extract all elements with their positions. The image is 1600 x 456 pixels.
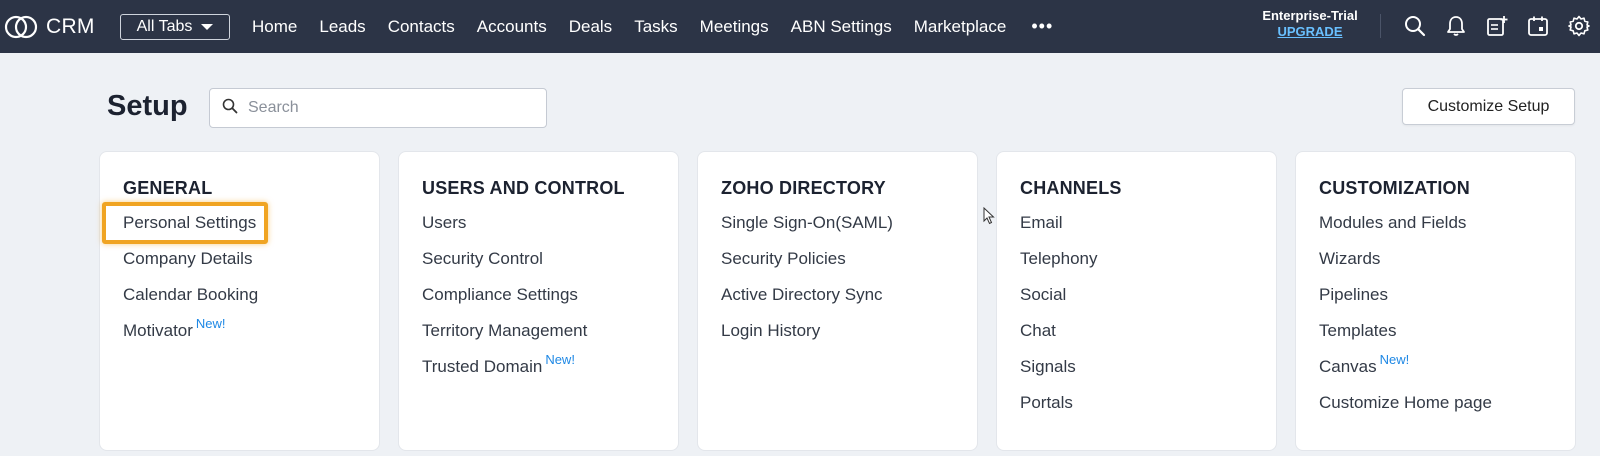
setup-search[interactable]: [209, 88, 547, 128]
setup-link-label: Canvas: [1319, 357, 1377, 376]
section-title: CUSTOMIZATION: [1319, 178, 1470, 198]
setup-link-label: Security Control: [422, 249, 543, 268]
main-nav: Home Leads Contacts Accounts Deals Tasks…: [241, 16, 1067, 37]
setup-link-personal-settings[interactable]: Personal Settings: [123, 205, 379, 241]
top-navigation-bar: CRM All Tabs Home Leads Contacts Account…: [0, 0, 1600, 53]
setup-link-chat[interactable]: Chat: [1020, 313, 1276, 349]
setup-link-label: Chat: [1020, 321, 1056, 340]
setup-link-modules-and-fields[interactable]: Modules and Fields: [1319, 205, 1575, 241]
nav-item-meetings[interactable]: Meetings: [689, 17, 780, 37]
setup-link-territory-management[interactable]: Territory Management: [422, 313, 678, 349]
setup-link-security-policies[interactable]: Security Policies: [721, 241, 977, 277]
setup-link-calendar-booking[interactable]: Calendar Booking: [123, 277, 379, 313]
trial-info: Enterprise-Trial UPGRADE: [1254, 8, 1366, 40]
setup-link-label: Motivator: [123, 321, 193, 340]
add-note-icon[interactable]: [1484, 13, 1510, 39]
new-badge: New!: [1379, 352, 1410, 367]
setup-link-label: Login History: [721, 321, 821, 340]
setup-link-social[interactable]: Social: [1020, 277, 1276, 313]
setup-link-security-control[interactable]: Security Control: [422, 241, 678, 277]
setup-link-customize-home-page[interactable]: Customize Home page: [1319, 385, 1575, 421]
new-badge: New!: [545, 352, 575, 367]
setup-link-label: Active Directory Sync: [721, 285, 883, 304]
setup-link-label: Portals: [1020, 393, 1073, 412]
setup-link-label: Telephony: [1020, 249, 1098, 268]
setup-link-label: Signals: [1020, 357, 1076, 376]
setup-link-portals[interactable]: Portals: [1020, 385, 1276, 421]
section-title: CHANNELS: [1020, 178, 1122, 198]
upgrade-link[interactable]: UPGRADE: [1254, 24, 1366, 40]
section-card-zoho-directory: ZOHO DIRECTORY Single Sign-On(SAML) Secu…: [697, 151, 978, 451]
nav-item-marketplace[interactable]: Marketplace: [903, 17, 1018, 37]
setup-link-label: Social: [1020, 285, 1067, 304]
section-title: ZOHO DIRECTORY: [721, 178, 886, 198]
setup-link-motivator[interactable]: Motivator New!: [123, 313, 379, 349]
nav-item-accounts[interactable]: Accounts: [466, 17, 558, 37]
mouse-pointer-icon: [983, 206, 995, 230]
setup-link-label: Pipelines: [1319, 285, 1388, 304]
nav-item-abn-settings[interactable]: ABN Settings: [780, 17, 903, 37]
setup-link-login-history[interactable]: Login History: [721, 313, 977, 349]
setup-link-templates[interactable]: Templates: [1319, 313, 1575, 349]
setup-link-trusted-domain[interactable]: Trusted Domain New!: [422, 349, 678, 385]
chevron-down-icon: [201, 23, 214, 30]
search-icon[interactable]: [1402, 13, 1428, 39]
nav-item-deals[interactable]: Deals: [558, 17, 623, 37]
divider: [1380, 14, 1381, 38]
setup-link-label: Modules and Fields: [1319, 213, 1467, 232]
nav-item-leads[interactable]: Leads: [308, 17, 376, 37]
page-title: Setup: [107, 90, 188, 122]
nav-item-tasks[interactable]: Tasks: [623, 17, 688, 37]
section-card-general: GENERAL Personal Settings Company Detail…: [99, 151, 380, 451]
brand[interactable]: CRM: [4, 14, 106, 40]
search-icon: [222, 98, 238, 119]
new-badge: New!: [195, 316, 226, 331]
section-card-users-and-control: USERS AND CONTROL Users Security Control…: [398, 151, 679, 451]
section-title: USERS AND CONTROL: [422, 178, 625, 198]
setup-link-users[interactable]: Users: [422, 205, 678, 241]
gear-icon[interactable]: [1566, 13, 1592, 39]
setup-link-label: Templates: [1319, 321, 1397, 340]
setup-link-signals[interactable]: Signals: [1020, 349, 1276, 385]
setup-link-single-sign-on[interactable]: Single Sign-On(SAML): [721, 205, 977, 241]
setup-link-label: Calendar Booking: [123, 285, 259, 304]
bell-icon[interactable]: [1443, 13, 1469, 39]
setup-link-active-directory-sync[interactable]: Active Directory Sync: [721, 277, 977, 313]
setup-link-label: Trusted Domain: [422, 357, 543, 376]
nav-item-home[interactable]: Home: [241, 17, 308, 37]
setup-link-label: Wizards: [1319, 249, 1381, 268]
setup-link-label: Single Sign-On(SAML): [721, 213, 893, 232]
calendar-icon[interactable]: [1525, 13, 1551, 39]
all-tabs-dropdown[interactable]: All Tabs: [120, 13, 230, 40]
setup-link-label: Users: [422, 213, 467, 232]
setup-link-label: Personal Settings: [123, 213, 257, 232]
brand-name: CRM: [46, 14, 95, 38]
section-card-customization: CUSTOMIZATION Modules and Fields Wizards…: [1295, 151, 1576, 451]
customize-setup-button[interactable]: Customize Setup: [1402, 88, 1575, 125]
setup-link-telephony[interactable]: Telephony: [1020, 241, 1276, 277]
setup-link-email[interactable]: Email: [1020, 205, 1276, 241]
setup-link-label: Email: [1020, 213, 1063, 232]
setup-link-label: Security Policies: [721, 249, 846, 268]
more-tabs-button[interactable]: •••: [1017, 16, 1067, 37]
section-title: GENERAL: [123, 178, 213, 198]
setup-link-label: Company Details: [123, 249, 253, 268]
setup-link-label: Territory Management: [422, 321, 588, 340]
trial-label: Enterprise-Trial: [1262, 8, 1358, 23]
search-input[interactable]: [246, 98, 540, 118]
setup-link-pipelines[interactable]: Pipelines: [1319, 277, 1575, 313]
setup-link-label: Compliance Settings: [422, 285, 578, 304]
setup-link-canvas[interactable]: Canvas New!: [1319, 349, 1575, 385]
setup-link-wizards[interactable]: Wizards: [1319, 241, 1575, 277]
nav-item-contacts[interactable]: Contacts: [377, 17, 466, 37]
section-card-channels: CHANNELS Email Telephony Social Chat Sig…: [996, 151, 1277, 451]
setup-link-compliance-settings[interactable]: Compliance Settings: [422, 277, 678, 313]
all-tabs-label: All Tabs: [136, 17, 193, 35]
setup-link-company-details[interactable]: Company Details: [123, 241, 379, 277]
zoho-crm-logo-icon: [4, 14, 38, 40]
setup-link-label: Customize Home page: [1319, 393, 1492, 412]
